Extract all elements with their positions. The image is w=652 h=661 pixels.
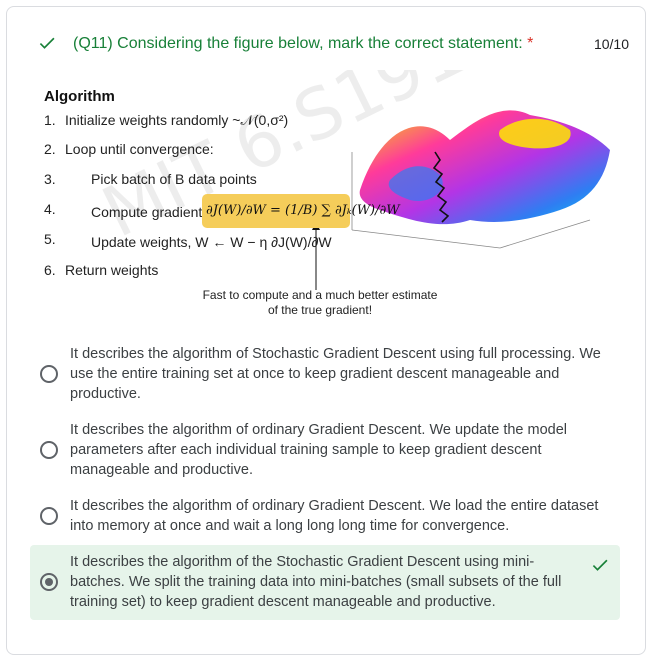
radio-button-selected[interactable]	[40, 573, 58, 591]
radio-button[interactable]	[40, 365, 58, 383]
step-number: 2.	[44, 141, 56, 157]
step-text: Update weights, W ← W − η ∂J(W)/∂W	[91, 234, 332, 250]
step-number: 3.	[44, 171, 56, 187]
radio-button[interactable]	[40, 441, 58, 459]
step-text: Return weights	[65, 262, 159, 278]
step-number: 4.	[44, 201, 56, 217]
step-number: 5.	[44, 231, 56, 247]
radio-button[interactable]	[40, 507, 58, 525]
algorithm-title: Algorithm	[44, 88, 115, 105]
step-number: 6.	[44, 262, 56, 278]
question-title: (Q11) Considering the figure below, mark…	[73, 35, 534, 52]
correct-check-icon	[592, 559, 608, 571]
option-label: It describes the algorithm of ordinary G…	[70, 422, 568, 478]
option-label: It describes the algorithm of Stochastic…	[70, 346, 601, 402]
option-label: It describes the algorithm of the Stocha…	[70, 554, 562, 610]
correct-check-icon	[39, 37, 55, 49]
required-asterisk: *	[527, 35, 534, 52]
step-text: Loop until convergence:	[65, 141, 214, 157]
score-badge: 10/10	[593, 36, 629, 52]
x-axis	[351, 229, 501, 249]
option-label: It describes the algorithm of ordinary G…	[70, 498, 599, 534]
step-text: Pick batch of B data points	[91, 171, 257, 187]
step-text: Compute gradient,	[91, 204, 207, 220]
y-axis	[499, 219, 591, 249]
question-header: (Q11) Considering the figure below, mark…	[37, 31, 629, 59]
step-text: Initialize weights randomly ~𝒩(0,σ²)	[65, 112, 289, 128]
answer-option[interactable]: It describes the algorithm of ordinary G…	[30, 418, 620, 484]
step-number: 1.	[44, 112, 56, 128]
answer-option-correct[interactable]: It describes the algorithm of the Stocha…	[30, 545, 620, 620]
answer-option[interactable]: It describes the algorithm of Stochastic…	[30, 342, 620, 408]
question-figure: MIT 6.S191 Algorithm 1. Initialize weigh…	[30, 70, 630, 335]
answer-option[interactable]: It describes the algorithm of ordinary G…	[30, 494, 620, 540]
gradient-formula: ∂J(W)/∂W = (1/B) ∑ ∂Jₖ(W)/∂W	[206, 203, 400, 218]
figure-callout: Fast to compute and a much better estima…	[202, 288, 438, 317]
